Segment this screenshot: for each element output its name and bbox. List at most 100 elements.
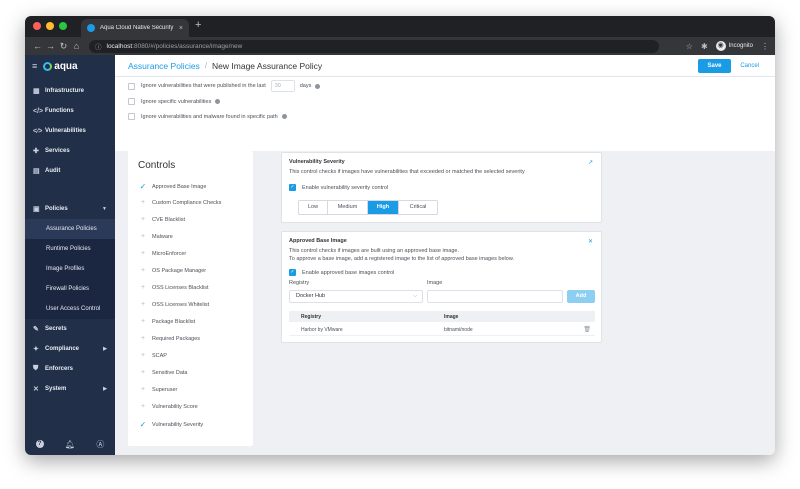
maximize-window-button[interactable] (59, 22, 67, 30)
enforcers-icon: ⛊ (33, 365, 39, 372)
new-tab-button[interactable]: + (195, 19, 201, 31)
control-item[interactable]: + OSS Licenses Blacklist (138, 284, 209, 291)
control-item-label: Package Blacklist (152, 318, 196, 325)
control-item[interactable]: + CVE Blacklist (138, 216, 185, 223)
back-arrow-icon[interactable]: ← (31, 41, 44, 51)
image-label: Image (427, 280, 443, 286)
control-item[interactable]: ✓ Approved Base Image (138, 182, 207, 191)
sidebar-subitem-assurance-policies[interactable]: Assurance Policies (25, 219, 115, 239)
severity-option-high[interactable]: High (368, 201, 399, 214)
hamburger-menu-icon[interactable]: ≡ (32, 61, 37, 71)
trash-icon[interactable]: 🗑︎ (583, 326, 591, 333)
tab-close-icon[interactable]: × (179, 25, 183, 32)
aqua-logo-icon (43, 61, 53, 71)
plus-icon: + (140, 335, 146, 342)
forward-arrow-icon[interactable]: → (44, 41, 57, 51)
control-item[interactable]: + Custom Compliance Checks (138, 199, 221, 206)
sidebar-item-services[interactable]: ✚ Services (25, 141, 115, 161)
extensions-puzzle-icon[interactable]: ✱ (701, 42, 708, 51)
control-item[interactable]: + Superuser (138, 386, 177, 393)
plus-icon: + (140, 250, 146, 257)
sidebar-item-infrastructure[interactable]: ▦ Infrastructure (25, 81, 115, 101)
reload-icon[interactable]: ↻ (57, 41, 70, 52)
image-input[interactable] (427, 290, 563, 303)
control-item[interactable]: + Malware (138, 233, 173, 240)
severity-option-low[interactable]: Low (299, 201, 328, 214)
minimize-window-button[interactable] (46, 22, 54, 30)
control-item[interactable]: ✓ Vulnerability Severity (138, 420, 204, 429)
close-icon[interactable]: ✕ (588, 238, 593, 245)
control-item[interactable]: + OS Package Manager (138, 267, 206, 274)
control-item[interactable]: + SCAP (138, 352, 167, 359)
services-icon: ✚ (33, 148, 39, 155)
notifications-bell-icon[interactable]: 🔔︎ (65, 440, 75, 449)
control-item[interactable]: + Required Packages (138, 335, 200, 342)
sidebar-item-compliance[interactable]: ✦ Compliance ▶ (25, 339, 115, 359)
vulnerability-severity-card: Vulnerability Severity ↗ This control ch… (281, 152, 602, 223)
sidebar-item-label: Vulnerabilities (45, 128, 86, 134)
sidebar-item-label: Functions (45, 108, 74, 114)
add-image-button[interactable]: Add (567, 290, 595, 303)
sidebar-subitem-user-access-control[interactable]: User Access Control (25, 299, 115, 319)
address-bar[interactable]: ⓘ localhost :8080/#/policies/assurance/i… (89, 39, 659, 53)
sidebar-item-functions[interactable]: </> Functions (25, 101, 115, 121)
incognito-label: Incognito (728, 43, 753, 49)
ignore-path-checkbox[interactable] (128, 113, 135, 120)
control-item-label: SCAP (152, 352, 167, 359)
ignore-specific-checkbox[interactable] (128, 98, 135, 105)
sidebar: ≡ aqua ▦ Infrastructure </> Functions <⁄> V… (25, 55, 115, 455)
sidebar-item-policies[interactable]: ▣ Policies ▼ (25, 199, 115, 219)
sidebar-subitem-runtime-policies[interactable]: Runtime Policies (25, 239, 115, 259)
expand-icon[interactable]: ↗ (588, 159, 593, 166)
breadcrumb-assurance-policies[interactable]: Assurance Policies (128, 61, 200, 71)
sidebar-item-system[interactable]: ✕ System ▶ (25, 379, 115, 399)
incognito-icon: ◉ (715, 41, 726, 51)
registry-select[interactable]: Docker Hub ⌵ (289, 290, 423, 303)
browser-window: Aqua Cloud Native Security Plat × + ← → … (25, 16, 775, 455)
enable-base-image-row: ✓ Enable approved base images control (289, 269, 394, 276)
sidebar-item-enforcers[interactable]: ⛊ Enforcers (25, 359, 115, 379)
plus-icon: + (140, 199, 146, 206)
info-icon[interactable] (281, 114, 287, 119)
sidebar-subitem-firewall-policies[interactable]: Firewall Policies (25, 279, 115, 299)
info-icon[interactable] (315, 83, 321, 89)
incognito-indicator[interactable]: ◉ Incognito (715, 41, 753, 51)
severity-option-medium[interactable]: Medium (328, 201, 368, 214)
browser-menu-icon[interactable]: ⋮ (761, 42, 769, 51)
severity-option-critical[interactable]: Critical (399, 201, 437, 214)
sidebar-item-vulnerabilities[interactable]: <⁄> Vulnerabilities (25, 121, 115, 141)
info-icon[interactable] (215, 99, 221, 104)
control-item[interactable]: + Sensitive Data (138, 369, 188, 376)
site-info-icon[interactable]: ⓘ (95, 41, 102, 51)
save-button[interactable]: Save (698, 59, 731, 73)
control-item[interactable]: + MicroEnforcer (138, 250, 186, 257)
enable-base-image-checkbox[interactable]: ✓ (289, 269, 296, 276)
help-icon[interactable]: ? (35, 440, 44, 448)
cancel-button[interactable]: Cancel (740, 59, 759, 73)
browser-tab[interactable]: Aqua Cloud Native Security Plat × (81, 19, 189, 37)
aqua-logo[interactable]: aqua (43, 61, 78, 72)
main-content: Assurance Policies / New Image Assurance… (115, 55, 775, 455)
card-title: Vulnerability Severity (289, 159, 345, 165)
url-path: :8080/#/policies/assurance/image/new (132, 42, 243, 50)
sidebar-item-audit[interactable]: ▤ Audit (25, 161, 115, 181)
home-icon[interactable]: ⌂ (70, 41, 83, 51)
user-profile-icon[interactable]: Ⓐ (96, 439, 104, 450)
ignore-path-row: Ignore vulnerabilities and malware found… (128, 113, 287, 120)
ignore-published-checkbox[interactable] (128, 82, 135, 90)
sidebar-footer: ? 🔔︎ Ⓐ (25, 433, 115, 455)
ignore-published-label: Ignore vulnerabilities that were publish… (141, 83, 266, 89)
plus-icon: + (140, 352, 146, 359)
control-item[interactable]: + OSS Licenses Whitelist (138, 301, 209, 308)
enable-severity-checkbox[interactable]: ✓ (289, 184, 296, 191)
sidebar-item-secrets[interactable]: ✎ Secrets (25, 319, 115, 339)
control-item[interactable]: + Package Blacklist (138, 318, 195, 325)
sidebar-subitem-image-profiles[interactable]: Image Profiles (25, 259, 115, 279)
column-header-registry: Registry (301, 314, 322, 320)
plus-icon: + (140, 403, 146, 410)
days-input[interactable]: 30 (270, 80, 295, 92)
control-item-label: Custom Compliance Checks (152, 199, 222, 206)
control-item[interactable]: + Vulnerability Score (138, 403, 198, 410)
bookmark-star-icon[interactable]: ☆ (686, 42, 693, 51)
close-window-button[interactable] (33, 22, 41, 30)
